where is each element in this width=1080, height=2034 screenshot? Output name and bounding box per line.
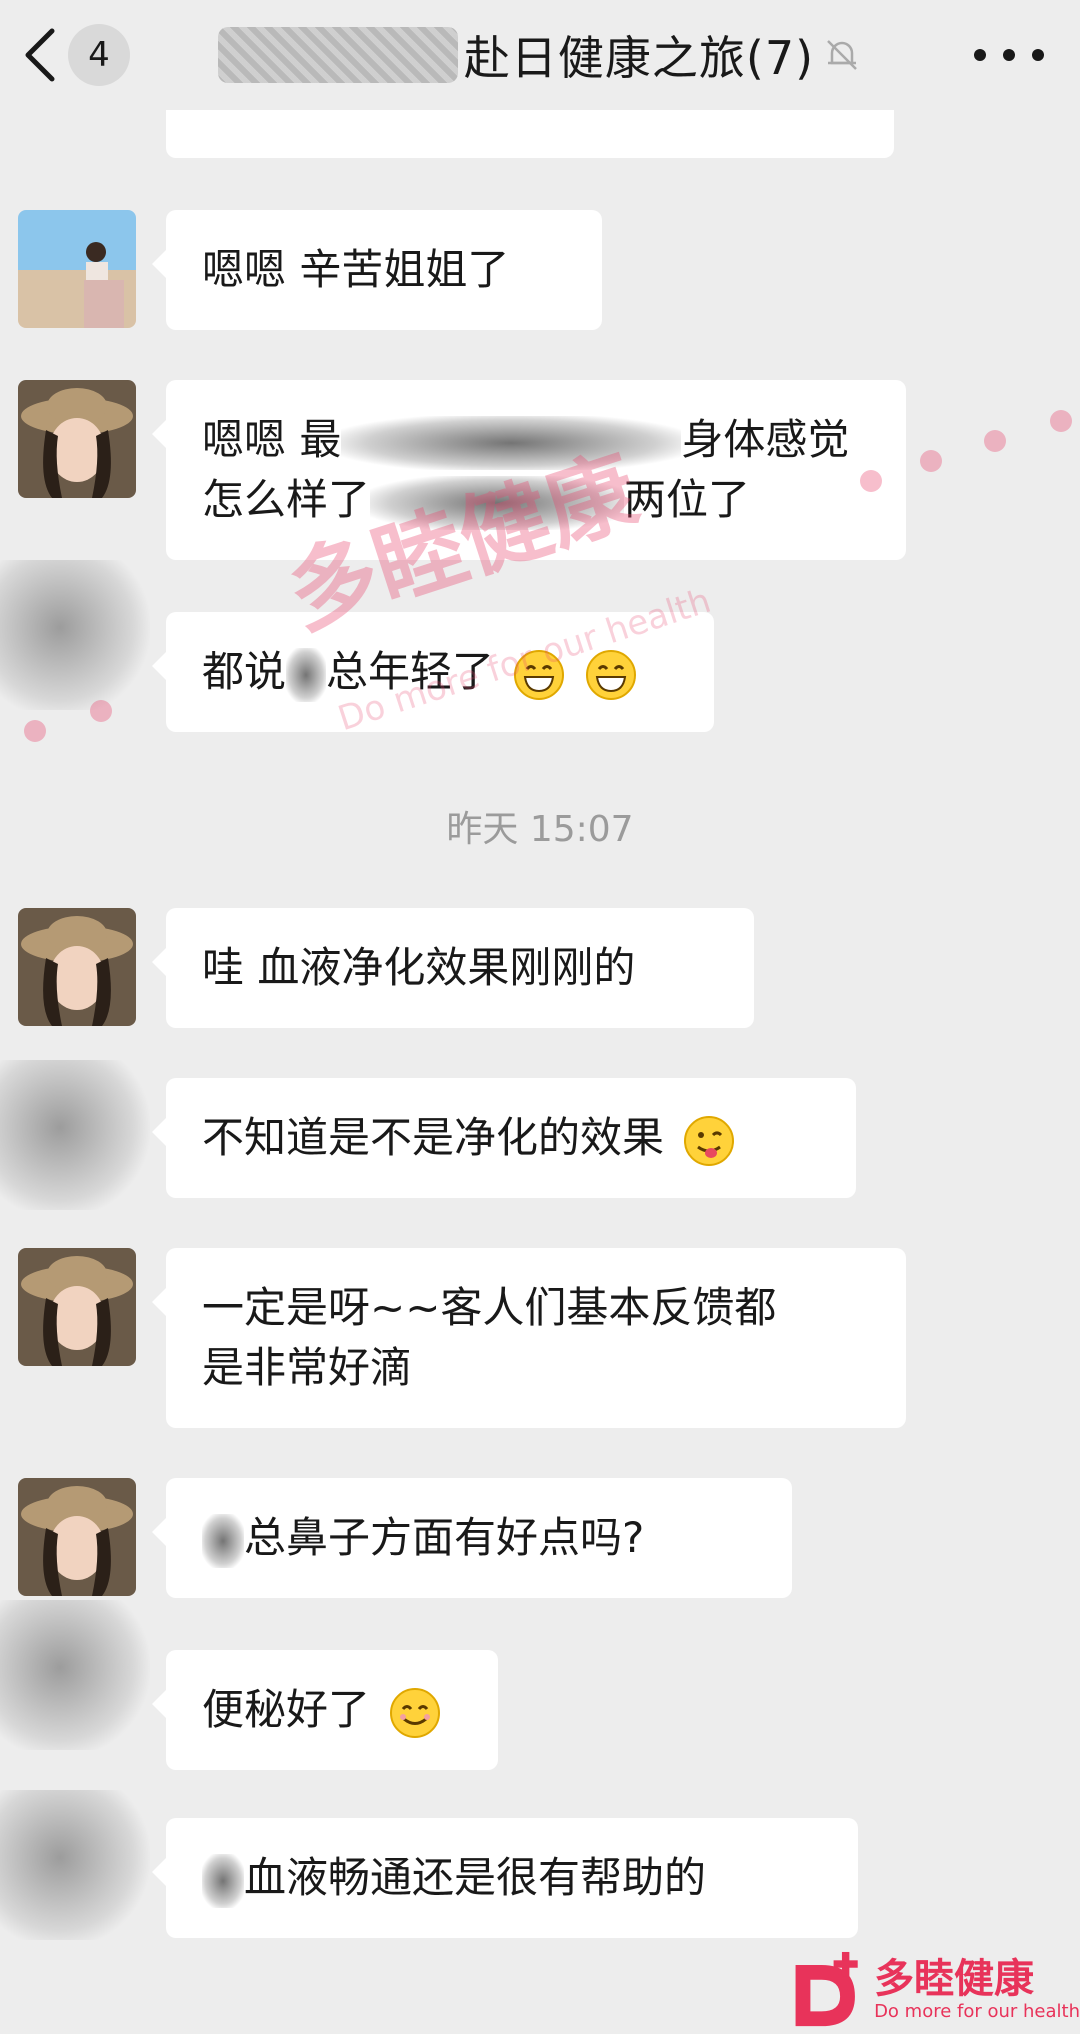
avatar-blurred[interactable] [0,1060,150,1210]
message-text: 血液畅通还是很有帮助的 [244,1853,707,1902]
chat-header: 4 赴日健康之旅(7) [0,0,1080,110]
ellipsis-icon-dot [1032,49,1044,61]
avatar-beach-image [18,210,136,328]
watermark-dot [90,700,112,722]
chat-title-text: 赴日健康之旅(7) [463,31,815,85]
message-text: 不知道是不是净化的效果 [202,1113,665,1162]
more-options-button[interactable] [974,30,1044,80]
smile-emoji-icon [390,1687,441,1738]
message-timestamp: 昨天 15:07 [446,809,634,850]
message-bubble[interactable]: 一定是呀~~客人们基本反馈都 是非常好滴 [152,1248,906,1428]
avatar-beach[interactable] [18,210,136,328]
unread-count-badge: 4 [68,24,130,86]
wink-tongue-emoji-icon [684,1115,735,1166]
avatar-hat[interactable] [18,908,136,1026]
ellipsis-icon-dot [1003,49,1015,61]
message-bubble[interactable]: 嗯嗯 辛苦姐姐了 [152,210,602,330]
watermark-dot [24,720,46,742]
watermark-dot [860,470,882,492]
chat-screen: 4 赴日健康之旅(7) 嗯嗯 辛苦姐姐了 嗯嗯 最 身体感觉 怎么样了 两位了 … [0,0,1080,2034]
avatar-hat[interactable] [18,380,136,498]
watermark-dot [1050,410,1072,432]
avatar-hat[interactable] [18,1478,136,1596]
chat-title[interactable]: 赴日健康之旅(7) [190,18,890,92]
watermark-dot [984,430,1006,452]
message-bubble[interactable]: 血液畅通还是很有帮助的 [152,1818,858,1938]
avatar-blurred[interactable] [0,560,150,710]
message-bubble[interactable]: 哇 血液净化效果刚刚的 [152,908,754,1028]
message-line: 一定是呀~~客人们基本反馈都 [202,1283,777,1332]
avatar-hat-image [18,380,136,498]
message-text: 便秘好了 [202,1685,371,1734]
avatar-hat-image [18,908,136,1026]
redacted-text [202,1513,244,1568]
brand-text: 多睦健康 Do more for our health [874,1957,1080,2023]
avatar-hat-image [18,1248,136,1366]
message-bubble[interactable]: 不知道是不是净化的效果 [152,1078,856,1198]
avatar-blurred[interactable] [0,1790,150,1940]
chevron-left-icon [25,28,55,82]
message-bubble[interactable]: 总鼻子方面有好点吗? [152,1478,792,1598]
title-blurred-region [217,27,458,83]
message-text: 嗯嗯 辛苦姐姐了 [202,245,510,294]
watermark-dot [920,450,942,472]
avatar-blurred[interactable] [0,1600,150,1750]
redacted-text [286,647,327,702]
message-text: 总鼻子方面有好点吗? [244,1513,645,1562]
message-text: 哇 血液净化效果刚刚的 [202,943,636,992]
avatar-hat-image [18,1478,136,1596]
back-button[interactable]: 4 [22,22,142,88]
avatar-hat[interactable] [18,1248,136,1366]
brand-logo: 多睦健康 Do more for our health [790,1946,1080,2034]
brand-slogan: Do more for our health [874,2001,1080,2022]
message-line: 是非常好滴 [202,1343,413,1392]
brand-d-cross-icon [795,1951,858,2027]
bell-mute-icon [827,40,857,70]
brand-name: 多睦健康 [874,1956,1035,2002]
redacted-text [202,1853,244,1908]
ellipsis-icon-dot [974,49,986,61]
message-bubble[interactable]: 便秘好了 [152,1650,498,1770]
